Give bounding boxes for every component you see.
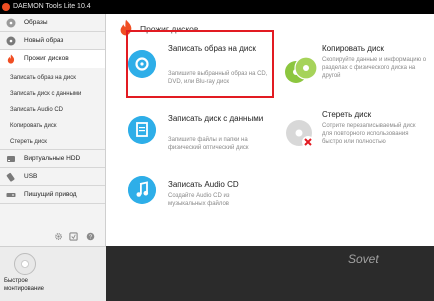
- card-title: Копировать диск: [322, 44, 384, 53]
- window-title: DAEMON Tools Lite 10.4: [13, 3, 91, 10]
- quick-mount-panel[interactable]: Быстрое монтирование: [0, 246, 106, 301]
- watermark-logo: Sovet: [348, 252, 379, 266]
- burn-flame-icon: [7, 54, 15, 64]
- sidebar-item-images[interactable]: Образы: [0, 14, 105, 32]
- license-icon[interactable]: [69, 232, 78, 241]
- sidebar-subitem-burn-data[interactable]: Записать диск с данными: [0, 86, 105, 102]
- card-title: Стереть диск: [322, 110, 372, 119]
- help-icon[interactable]: ?: [86, 232, 95, 241]
- sidebar-subitem-burn-image[interactable]: Записать образ на диск: [0, 70, 105, 86]
- card-description: Скопируйте данные и информацию о раздела…: [322, 57, 427, 79]
- settings-gear-icon[interactable]: [54, 232, 63, 241]
- title-bar: DAEMON Tools Lite 10.4: [0, 0, 434, 14]
- sidebar-subitem-burn-audio[interactable]: Записать Audio CD: [0, 102, 105, 118]
- sidebar-subitem-erase-disc[interactable]: Стереть диск: [0, 134, 105, 150]
- sidebar-subitem-copy-disc[interactable]: Копировать диск: [0, 118, 105, 134]
- sidebar-item-label: Прожиг дисков: [24, 55, 69, 62]
- burn-data-document-icon: [128, 116, 156, 144]
- copy-disc-green-icon: [285, 56, 318, 83]
- sidebar-subitem-label: Записать диск с данными: [10, 91, 82, 97]
- hdd-icon: [7, 156, 15, 162]
- sidebar-subitem-label: Копировать диск: [10, 123, 57, 129]
- sidebar-item-label: Образы: [24, 19, 48, 26]
- new-image-icon: [6, 36, 16, 46]
- card-description: Создайте Audio CD из музыкальных файлов: [168, 193, 230, 207]
- sidebar-subitem-label: Записать Audio CD: [10, 107, 63, 113]
- sidebar-subitem-label: Записать образ на диск: [10, 75, 76, 81]
- sidebar-item-label: Виртуальные HDD: [24, 155, 81, 162]
- card-description: Запишите файлы и папки на физический опт…: [168, 137, 249, 151]
- sidebar: Образы Новый образ Прожиг дисков Записат…: [0, 14, 106, 246]
- quick-mount-disc-icon: [14, 253, 36, 275]
- card-description: Сотрите перезаписываемый диск для повтор…: [322, 123, 416, 145]
- sidebar-subitem-label: Стереть диск: [10, 139, 47, 145]
- sidebar-item-virtual-hdd[interactable]: Виртуальные HDD: [0, 150, 105, 168]
- sidebar-bottom-toolbar: ?: [0, 230, 105, 244]
- usb-icon: [6, 172, 15, 182]
- card-title: Записать диск с данными: [168, 114, 264, 123]
- sidebar-item-new-image[interactable]: Новый образ: [0, 32, 105, 50]
- sidebar-item-burn[interactable]: Прожиг дисков: [0, 50, 105, 68]
- disc-images-icon: [6, 18, 16, 28]
- quick-mount-label: Быстрое монтирование: [4, 278, 45, 292]
- highlight-frame: [126, 30, 274, 98]
- writer-drive-icon: [6, 193, 16, 197]
- card-title: Записать Audio CD: [168, 180, 239, 189]
- sidebar-item-label: Пишущий привод: [24, 191, 77, 198]
- sidebar-item-label: Новый образ: [24, 37, 64, 44]
- sidebar-item-usb[interactable]: USB: [0, 168, 105, 186]
- audio-note-icon: [128, 176, 156, 204]
- daemon-tools-logo-icon: [2, 3, 10, 11]
- sidebar-item-writer-drive[interactable]: Пишущий привод: [0, 186, 105, 204]
- erase-disc-icon: [286, 120, 314, 148]
- sidebar-item-label: USB: [24, 173, 38, 180]
